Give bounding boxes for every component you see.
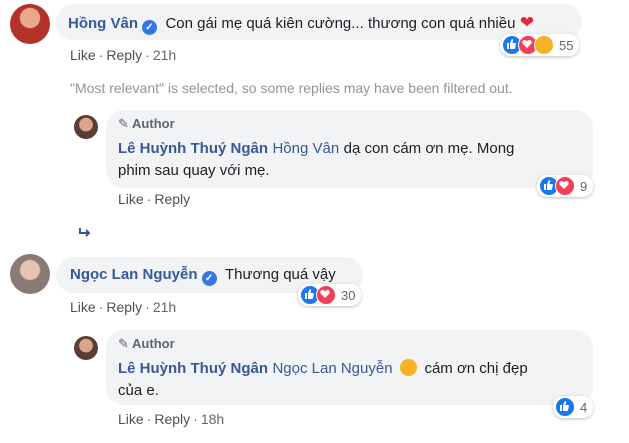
commenter-name[interactable]: Ngọc Lan Nguyễn [70,266,198,283]
pencil-icon: ✎ [118,336,129,351]
reply-actions: Like · Reply · 18h [118,411,225,427]
comment-text: Con gái mẹ quá kiên cường... thương con … [165,15,516,32]
commenter-name[interactable]: Lê Huỳnh Thuý Ngân [118,360,268,377]
reply-link[interactable]: Reply [154,411,190,427]
avatar[interactable] [74,336,98,360]
reply-actions: Like · Reply [118,191,191,207]
pencil-icon: ✎ [118,116,129,131]
comment-actions: Like · Reply · 21h [70,47,177,63]
comment-text: cám ơn chị đẹp [424,360,528,377]
reaction-summary[interactable]: 4 [553,396,594,418]
comment-text-continued: phim sau quay với mẹ. [118,162,270,179]
care-reaction-icon [534,35,554,55]
reply-arrow-icon[interactable] [78,226,92,244]
avatar[interactable] [10,4,50,44]
reaction-summary[interactable]: 9 [537,175,594,197]
reaction-count: 4 [580,399,588,415]
filter-note: "Most relevant" is selected, so some rep… [70,80,513,96]
reaction-summary[interactable]: 55 [500,34,580,56]
comment-text: dạ con cám ơn mẹ. Mong [343,140,515,157]
reaction-summary[interactable]: 30 [298,284,362,306]
heart-emoji-icon: ❤ [519,13,535,32]
like-link[interactable]: Like [118,191,144,207]
mention-link[interactable]: Ngọc Lan Nguyễn [272,360,392,377]
comment-time[interactable]: 21h [153,299,176,315]
comment-text-continued: của e. [118,382,159,399]
comment-bubble: Hồng Vân ✓ Con gái mẹ quá kiên cường... t… [56,4,582,40]
verified-badge-icon: ✓ [142,20,157,35]
like-link[interactable]: Like [70,299,96,315]
reply-link[interactable]: Reply [106,47,142,63]
like-reaction-icon [555,397,575,417]
reaction-count: 30 [341,287,356,303]
avatar[interactable] [10,254,50,294]
commenter-name[interactable]: Lê Huỳnh Thuý Ngân [118,140,268,157]
reply-link[interactable]: Reply [106,299,142,315]
reply-bubble: ✎ Author Lê Huỳnh Thuý Ngân Ngọc Lan Ngu… [106,330,593,405]
comment-actions: Like · Reply · 21h [70,299,177,315]
reaction-count: 9 [580,178,588,194]
reply-link[interactable]: Reply [154,191,190,207]
verified-badge-icon: ✓ [201,271,217,286]
mention-link[interactable]: Hồng Vân [272,140,339,157]
like-link[interactable]: Like [118,411,144,427]
like-link[interactable]: Like [70,47,96,63]
author-tag: Author [132,336,175,351]
reaction-count: 55 [559,37,574,53]
commenter-name[interactable]: Hồng Vân [68,15,138,32]
reply-time[interactable]: 18h [201,411,224,427]
love-reaction-icon [316,285,336,305]
author-tag: Author [132,116,175,131]
crying-face-emoji-icon [400,359,417,376]
comment-time[interactable]: 21h [153,47,176,63]
love-reaction-icon [555,176,575,196]
reply-bubble: ✎ Author Lê Huỳnh Thuý Ngân Hồng Vân dạ … [106,110,593,188]
comment-text: Thương quá vậy [224,266,336,283]
avatar[interactable] [74,115,98,139]
